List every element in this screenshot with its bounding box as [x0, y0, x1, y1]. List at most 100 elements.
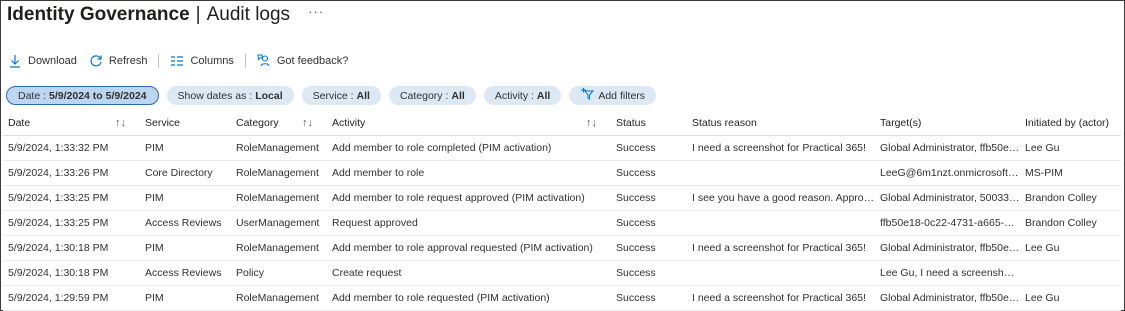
column-header-service[interactable]: Service [140, 111, 231, 136]
cell-status-reason [687, 260, 875, 286]
feedback-icon [257, 54, 271, 68]
cell-date: 5/9/2024, 1:33:25 PM [3, 185, 140, 211]
cell-category: RoleManagement [231, 285, 327, 311]
column-header-date[interactable]: Date ↑↓ [3, 111, 140, 136]
cell-category: RoleManagement [231, 135, 327, 161]
cell-initiated-by: Brandon Colley [1020, 210, 1121, 236]
cell-targets: Global Administrator, 500330… [875, 185, 1020, 211]
cell-date: 5/9/2024, 1:33:25 PM [3, 210, 140, 236]
page-subtitle: Audit logs [206, 4, 291, 25]
cell-status: Success [611, 160, 687, 186]
table-row[interactable]: 5/9/2024, 1:33:32 PM PIM RoleManagement … [3, 135, 1121, 161]
date-filter-pill[interactable]: Date : 5/9/2024 to 5/9/2024 [6, 86, 159, 105]
cell-status-reason [687, 160, 875, 186]
category-filter-value: All [451, 89, 465, 102]
sort-icon[interactable]: ↑↓ [302, 117, 313, 129]
column-header-status-reason[interactable]: Status reason [687, 111, 875, 136]
cell-initiated-by: Lee Gu [1020, 135, 1121, 161]
service-filter-pill[interactable]: Service : All [301, 86, 381, 105]
cell-service: PIM [140, 185, 231, 211]
activity-filter-value: All [536, 89, 551, 102]
cell-activity: Add member to role request approved (PIM… [327, 185, 611, 211]
cell-date: 5/9/2024, 1:29:59 PM [3, 285, 140, 311]
cell-date: 5/9/2024, 1:30:18 PM [3, 260, 140, 286]
cell-service: Access Reviews [140, 210, 231, 236]
page-header: Identity Governance | Audit logs ··· [7, 4, 324, 30]
table-row[interactable]: 5/9/2024, 1:30:18 PM PIM RoleManagement … [3, 235, 1121, 261]
more-options-icon[interactable]: ··· [308, 4, 324, 19]
refresh-button[interactable]: Refresh [89, 54, 148, 68]
cell-status-reason: I see you have a good reason. Approved [687, 185, 875, 211]
cell-activity: Request approved [327, 210, 611, 236]
toolbar-divider [244, 54, 246, 68]
table-row[interactable]: 5/9/2024, 1:33:26 PM Core Directory Role… [3, 160, 1121, 186]
cell-category: RoleManagement [231, 235, 327, 261]
cell-activity: Add member to role requested (PIM activa… [327, 285, 611, 311]
cell-activity: Create request [327, 260, 611, 286]
download-icon [8, 54, 22, 68]
cell-activity: Add member to role approval requested (P… [327, 235, 611, 261]
cell-date: 5/9/2024, 1:33:26 PM [3, 160, 140, 186]
audit-log-table: Date ↑↓ Service Category ↑↓ Activity ↑↓ Sta… [3, 111, 1121, 311]
cell-status-reason: I need a screenshot for Practical 365! [687, 285, 875, 311]
cell-status-reason: I need a screenshot for Practical 365! [687, 135, 875, 161]
service-filter-value: All [356, 89, 370, 102]
cell-category: RoleManagement [231, 160, 327, 186]
cell-service: Core Directory [140, 160, 231, 186]
cell-targets: Lee Gu, I need a screenshot f… [875, 260, 1020, 286]
table-row[interactable]: 5/9/2024, 1:29:59 PM PIM RoleManagement … [3, 285, 1121, 311]
feedback-button[interactable]: Got feedback? [257, 54, 349, 68]
cell-service: Access Reviews [140, 260, 231, 286]
category-filter-pill[interactable]: Category : All [388, 86, 476, 105]
column-header-category[interactable]: Category ↑↓ [231, 111, 327, 136]
category-filter-label: Category : [399, 89, 449, 102]
sort-icon[interactable]: ↑↓ [586, 117, 597, 129]
cell-targets: Global Administrator, ffb50e… [875, 235, 1020, 261]
table-row[interactable]: 5/9/2024, 1:30:18 PM Access Reviews Poli… [3, 260, 1121, 286]
show-dates-filter-pill[interactable]: Show dates as : Local [166, 86, 294, 105]
column-header-targets[interactable]: Target(s) [875, 111, 1020, 136]
title-separator: | [195, 4, 201, 25]
columns-button[interactable]: Columns [170, 54, 234, 68]
toolbar-divider [158, 54, 160, 68]
cell-category: UserManagement [231, 210, 327, 236]
command-bar: Download Refresh Columns Got feedback? [8, 51, 348, 71]
activity-filter-pill[interactable]: Activity : All [483, 86, 562, 105]
cell-date: 5/9/2024, 1:33:32 PM [3, 135, 140, 161]
table-row[interactable]: 5/9/2024, 1:33:25 PM PIM RoleManagement … [3, 185, 1121, 211]
cell-status: Success [611, 285, 687, 311]
refresh-label: Refresh [108, 55, 148, 67]
date-filter-value: 5/9/2024 to 5/9/2024 [49, 89, 147, 102]
download-label: Download [28, 55, 77, 67]
cell-category: RoleManagement [231, 185, 327, 211]
page-title: Identity Governance [7, 4, 190, 25]
cell-initiated-by: Lee Gu [1020, 285, 1121, 311]
cell-status: Success [611, 260, 687, 286]
cell-status: Success [611, 210, 687, 236]
cell-category: Policy [231, 260, 327, 286]
cell-targets: Global Administrator, ffb50e… [875, 135, 1020, 161]
feedback-label: Got feedback? [276, 55, 349, 67]
cell-initiated-by [1020, 260, 1121, 286]
cell-date: 5/9/2024, 1:30:18 PM [3, 235, 140, 261]
add-filter-icon [580, 88, 595, 103]
download-button[interactable]: Download [8, 54, 77, 68]
cell-initiated-by: Lee Gu [1020, 235, 1121, 261]
cell-activity: Add member to role [327, 160, 611, 186]
table-header-row: Date ↑↓ Service Category ↑↓ Activity ↑↓ Sta… [3, 111, 1121, 136]
sort-icon[interactable]: ↑↓ [115, 117, 126, 129]
cell-service: PIM [140, 285, 231, 311]
table-row[interactable]: 5/9/2024, 1:33:25 PM Access Reviews User… [3, 210, 1121, 236]
cell-status: Success [611, 185, 687, 211]
cell-initiated-by: MS-PIM [1020, 160, 1121, 186]
cell-targets: ffb50e18-0c22-4731-a665-1e… [875, 210, 1020, 236]
cell-initiated-by: Brandon Colley [1020, 185, 1121, 211]
add-filters-button[interactable]: Add filters [569, 86, 657, 105]
column-header-status[interactable]: Status [611, 111, 687, 136]
filter-bar: Date : 5/9/2024 to 5/9/2024 Show dates a… [6, 86, 664, 105]
cell-status-reason: I need a screenshot for Practical 365! [687, 235, 875, 261]
activity-filter-label: Activity : [494, 89, 534, 102]
column-header-initiated-by[interactable]: Initiated by (actor) [1020, 111, 1121, 136]
cell-service: PIM [140, 235, 231, 261]
column-header-activity[interactable]: Activity ↑↓ [327, 111, 611, 136]
